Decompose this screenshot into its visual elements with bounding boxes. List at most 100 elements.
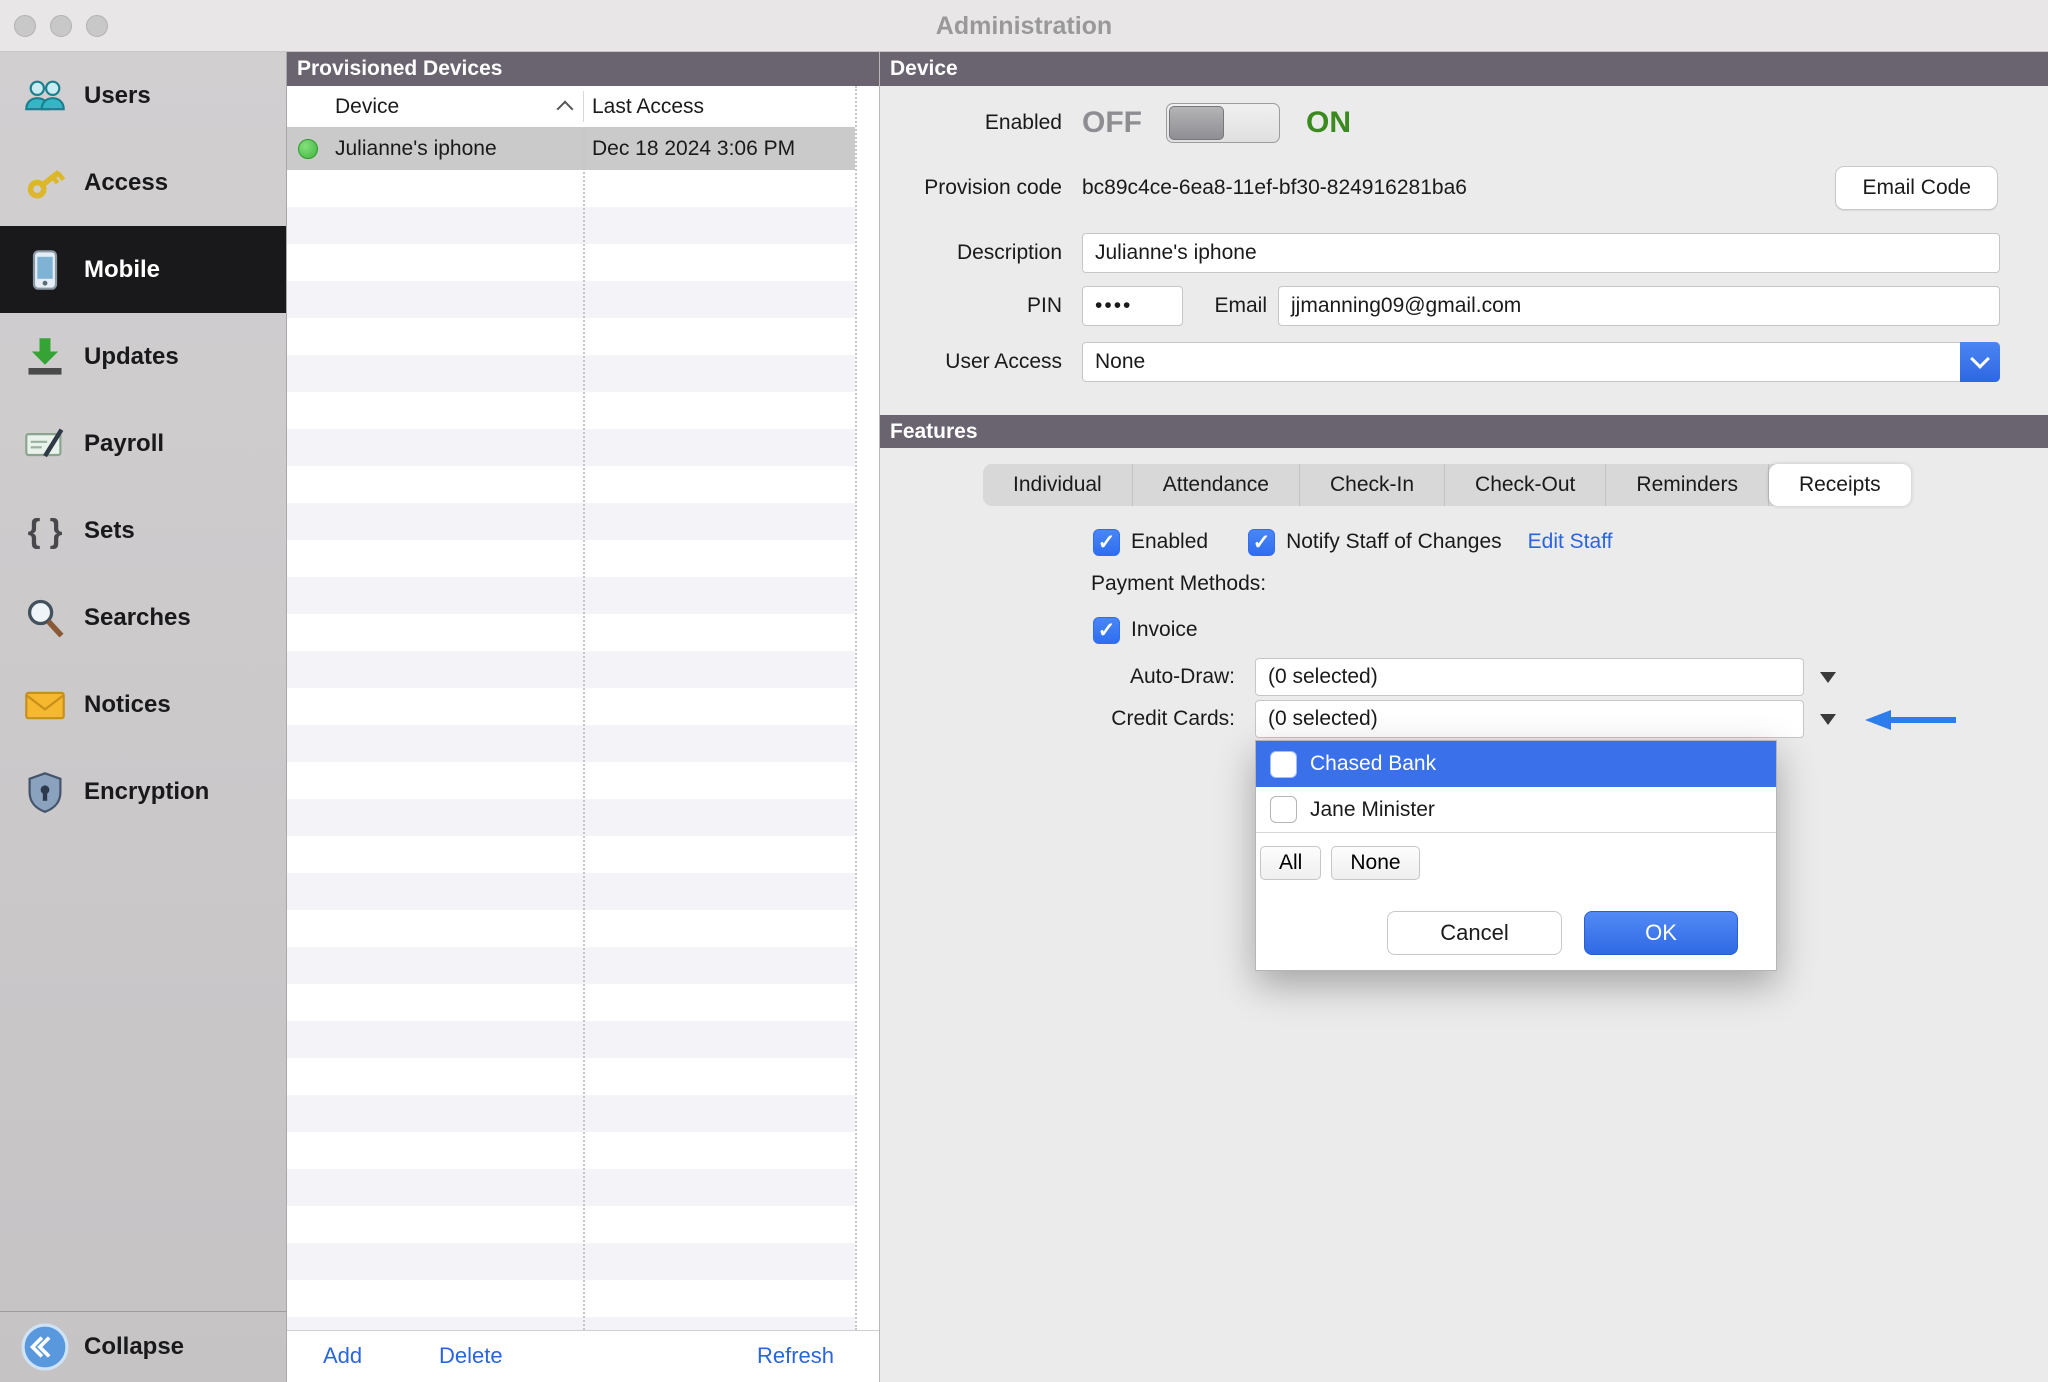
option-checkbox[interactable] [1270, 796, 1297, 823]
credit-card-option[interactable]: Jane Minister [1256, 787, 1776, 833]
download-icon [16, 335, 74, 379]
toggle-off-label: OFF [1082, 106, 1142, 140]
annotation-arrow [1863, 707, 1959, 738]
auto-draw-dropdown-caret[interactable] [1820, 672, 1836, 683]
description-row: Description Julianne's iphone [880, 231, 2048, 275]
option-checkbox[interactable] [1270, 751, 1297, 778]
description-label: Description [880, 241, 1062, 265]
popup-footer: Cancel OK [1256, 880, 1776, 970]
credit-card-option[interactable]: Chased Bank [1256, 741, 1776, 787]
delete-device-button[interactable]: Delete [439, 1331, 503, 1381]
select-all-button[interactable]: All [1260, 846, 1321, 880]
add-device-button[interactable]: Add [323, 1331, 362, 1381]
invoice-checkbox[interactable] [1093, 617, 1120, 644]
credit-cards-label: Credit Cards: [880, 707, 1235, 731]
sidebar: Users Access Mobile [0, 52, 287, 1382]
email-label: Email [1183, 294, 1267, 318]
column-label-last-access: Last Access [592, 95, 704, 118]
credit-cards-value: (0 selected) [1268, 707, 1378, 731]
credit-cards-row: Credit Cards: (0 selected) [880, 697, 1836, 741]
toggle-knob[interactable] [1169, 106, 1224, 140]
pin-value: •••• [1095, 294, 1132, 318]
collapse-sidebar-button[interactable]: Collapse [0, 1311, 286, 1382]
key-icon [16, 161, 74, 205]
sidebar-item-label: Users [84, 82, 151, 110]
device-detail-panel: Device Enabled OFF ON Provision code bc8… [879, 52, 2048, 1382]
email-input[interactable]: jjmanning09@gmail.com [1278, 286, 2000, 326]
sidebar-item-updates[interactable]: Updates [0, 313, 286, 400]
tab-check-in[interactable]: Check-In [1300, 464, 1445, 506]
select-none-button[interactable]: None [1331, 846, 1419, 880]
sort-ascending-icon [557, 101, 574, 118]
user-access-dropdown-button[interactable] [1960, 342, 2000, 382]
tab-check-out[interactable]: Check-Out [1445, 464, 1606, 506]
sidebar-item-encryption[interactable]: Encryption [0, 748, 286, 835]
features-panel-title: Features [890, 420, 978, 444]
tab-individual[interactable]: Individual [983, 464, 1133, 506]
description-input[interactable]: Julianne's iphone [1082, 233, 2000, 273]
devices-table-header: Device Last Access [287, 86, 879, 128]
sidebar-item-access[interactable]: Access [0, 139, 286, 226]
column-header-device[interactable]: Device [335, 86, 399, 128]
sidebar-item-payroll[interactable]: Payroll [0, 400, 286, 487]
sidebar-item-label: Updates [84, 343, 179, 371]
devices-panel-title: Provisioned Devices [297, 57, 502, 81]
sidebar-item-sets[interactable]: { } Sets [0, 487, 286, 574]
mail-icon [16, 683, 74, 727]
enabled-toggle[interactable] [1166, 103, 1280, 143]
auto-draw-dropdown[interactable]: (0 selected) [1255, 658, 1804, 696]
ok-button[interactable]: OK [1584, 911, 1738, 955]
sidebar-item-mobile[interactable]: Mobile [0, 226, 286, 313]
email-code-button[interactable]: Email Code [1835, 166, 1998, 210]
payment-methods-label: Payment Methods: [1091, 562, 1266, 606]
sidebar-item-label: Mobile [84, 256, 160, 284]
device-panel-title: Device [890, 57, 958, 81]
devices-actions-bar: Add Delete Refresh [287, 1330, 879, 1382]
column-header-last-access[interactable]: Last Access [592, 86, 704, 128]
provision-code-row: Provision code bc89c4ce-6ea8-11ef-bf30-8… [880, 166, 2048, 210]
pin-input[interactable]: •••• [1082, 286, 1183, 326]
sidebar-item-notices[interactable]: Notices [0, 661, 286, 748]
sidebar-item-searches[interactable]: Searches [0, 574, 286, 661]
cancel-button[interactable]: Cancel [1387, 911, 1562, 955]
provision-code-label: Provision code [880, 176, 1062, 200]
search-icon [16, 596, 74, 640]
enabled-checkbox-label: Enabled [1131, 530, 1208, 554]
payroll-icon [16, 422, 74, 466]
toggle-on-label: ON [1306, 106, 1351, 140]
tab-reminders[interactable]: Reminders [1606, 464, 1769, 506]
enabled-checkbox[interactable] [1093, 529, 1120, 556]
credit-cards-popup: Chased Bank Jane Minister All None Cance… [1255, 740, 1777, 971]
tab-attendance[interactable]: Attendance [1133, 464, 1300, 506]
sidebar-item-label: Searches [84, 604, 191, 632]
sidebar-item-label: Access [84, 169, 168, 197]
column-label-device: Device [335, 95, 399, 118]
email-value: jjmanning09@gmail.com [1291, 294, 1521, 318]
tab-receipts[interactable]: Receipts [1769, 464, 1911, 506]
device-name-cell: Julianne's iphone [335, 128, 497, 170]
features-tab-bar: Individual Attendance Check-In Check-Out… [983, 464, 1911, 506]
notify-staff-checkbox-label: Notify Staff of Changes [1286, 530, 1502, 554]
credit-cards-dropdown[interactable]: (0 selected) [1255, 700, 1804, 738]
auto-draw-row: Auto-Draw: (0 selected) [880, 655, 1836, 699]
mobile-icon [16, 248, 74, 292]
scrollbar-track[interactable] [855, 86, 879, 1330]
collapse-label: Collapse [84, 1333, 184, 1361]
shield-icon [16, 770, 74, 814]
invoice-row: Invoice [1093, 608, 1198, 652]
description-value: Julianne's iphone [1095, 241, 1257, 265]
credit-cards-dropdown-caret[interactable] [1820, 714, 1836, 725]
provisioned-devices-panel: Provisioned Devices Device Last Access J… [287, 52, 879, 1382]
online-status-icon [298, 139, 318, 159]
table-row[interactable]: Julianne's iphone Dec 18 2024 3:06 PM [287, 128, 855, 170]
user-access-dropdown[interactable]: None [1082, 342, 2000, 382]
sidebar-item-users[interactable]: Users [0, 52, 286, 139]
refresh-devices-button[interactable]: Refresh [757, 1331, 834, 1381]
features-panel-header: Features [880, 415, 2048, 448]
sidebar-item-label: Encryption [84, 778, 209, 806]
notify-staff-checkbox[interactable] [1248, 529, 1275, 556]
user-access-value: None [1095, 350, 1145, 374]
braces-icon: { } [16, 509, 74, 553]
sidebar-item-label: Payroll [84, 430, 164, 458]
edit-staff-link[interactable]: Edit Staff [1528, 530, 1613, 554]
